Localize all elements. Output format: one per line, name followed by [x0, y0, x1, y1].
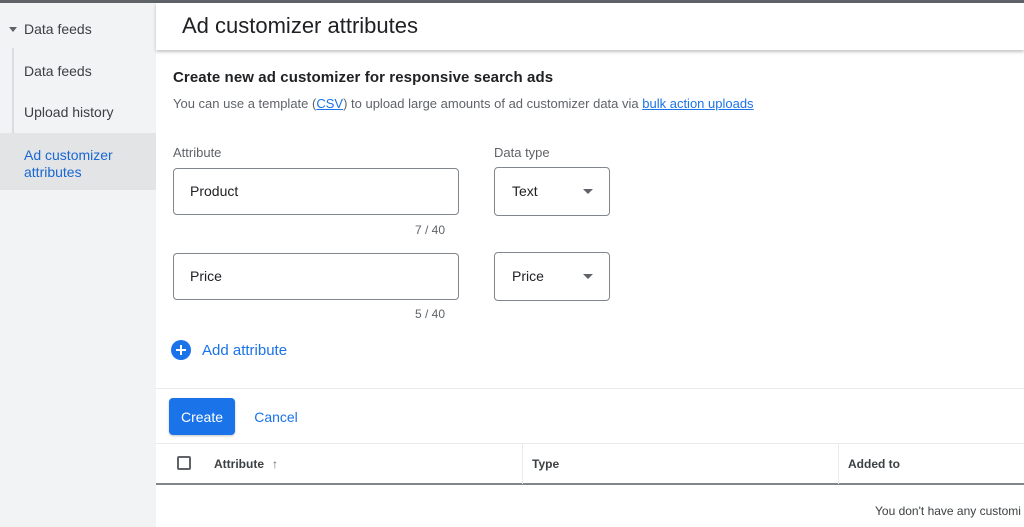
divider [156, 388, 1024, 389]
char-counter-2: 5 / 40 [414, 307, 445, 321]
sidebar: Data feeds Data feeds Upload history Ad … [0, 3, 156, 527]
form-title: Create new ad customizer for responsive … [173, 69, 554, 86]
data-type-column-label: Data type [494, 145, 550, 160]
column-header-type[interactable]: Type [532, 457, 559, 471]
sidebar-item-data-feeds[interactable]: Data feeds [24, 63, 92, 80]
sidebar-section-data-feeds[interactable]: Data feeds [0, 17, 156, 41]
sidebar-section-label: Data feeds [24, 21, 92, 37]
add-attribute-button[interactable]: Add attribute [171, 340, 287, 360]
attribute-field-1[interactable] [173, 168, 459, 215]
data-type-value-2: Price [512, 268, 544, 284]
dropdown-arrow-icon [583, 274, 593, 279]
attribute-field-2[interactable] [173, 253, 459, 300]
sort-arrow-up-icon[interactable]: ↑ [272, 457, 278, 471]
desc-text-2: ) to upload large amounts of ad customiz… [343, 96, 643, 111]
sidebar-item-ad-customizer-attributes[interactable]: Ad customizer attributes [0, 133, 156, 190]
column-separator [838, 444, 839, 484]
create-button[interactable]: Create [169, 398, 235, 435]
data-type-select-2[interactable]: Price [494, 252, 610, 301]
csv-template-link[interactable]: CSV [316, 96, 343, 111]
desc-text-1: You can use a template ( [173, 96, 317, 111]
page-header: Ad customizer attributes [156, 3, 1024, 50]
create-customizer-panel: Create new ad customizer for responsive … [156, 50, 1024, 527]
column-separator [522, 444, 523, 484]
attribute-input-2[interactable] [190, 268, 430, 284]
data-type-select-1[interactable]: Text [494, 167, 610, 216]
page-title: Ad customizer attributes [182, 13, 418, 38]
data-type-value-1: Text [512, 183, 538, 199]
attribute-input-1[interactable] [190, 183, 430, 199]
sidebar-item-upload-history[interactable]: Upload history [24, 104, 114, 121]
add-circle-icon[interactable] [171, 340, 191, 360]
form-description: You can use a template (CSV) to upload l… [173, 96, 754, 111]
cancel-button[interactable]: Cancel [242, 398, 310, 435]
caret-down-icon[interactable] [9, 26, 17, 32]
bulk-action-uploads-link[interactable]: bulk action uploads [642, 96, 753, 111]
dropdown-arrow-icon [583, 189, 593, 194]
column-header-added-to[interactable]: Added to [848, 457, 900, 471]
char-counter-1: 7 / 40 [414, 223, 445, 237]
empty-table-message: You don't have any customi [875, 504, 1021, 518]
attribute-column-label: Attribute [173, 145, 222, 160]
select-all-checkbox[interactable] [177, 456, 191, 470]
sidebar-item-label: Ad customizer attributes [24, 147, 113, 180]
table-header: Attribute ↑ Type Added to [156, 443, 1024, 485]
column-header-attribute[interactable]: Attribute ↑ [214, 457, 278, 471]
sidebar-tree-line [12, 48, 14, 137]
column-header-label: Attribute [214, 457, 264, 471]
add-attribute-label: Add attribute [202, 341, 288, 359]
